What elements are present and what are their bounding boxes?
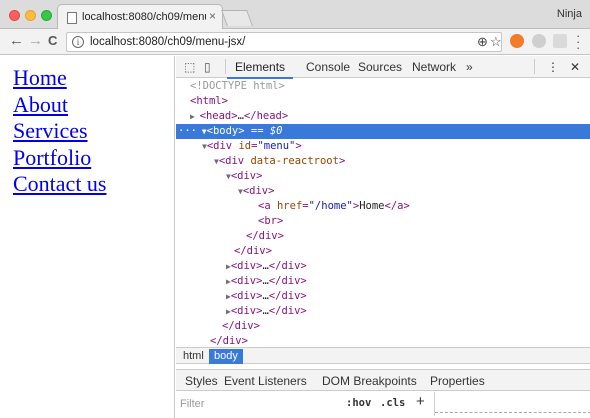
- maximize-window-button[interactable]: [41, 10, 52, 21]
- page-icon: [67, 12, 77, 24]
- expand-triangle-icon[interactable]: ▶: [190, 112, 200, 121]
- dom-node-div[interactable]: ▼<div>: [176, 169, 590, 184]
- forward-icon[interactable]: →: [28, 33, 43, 49]
- extension-icon[interactable]: [510, 34, 524, 48]
- dom-node-body-selected[interactable]: ··· ▼<body> == $0: [176, 124, 590, 139]
- page-viewport: Home About Services Portfolio Contact us: [0, 56, 175, 418]
- tab-properties[interactable]: Properties: [430, 374, 485, 388]
- tab-console[interactable]: Console: [306, 60, 350, 74]
- new-tab-button[interactable]: [221, 10, 253, 26]
- tab-elements[interactable]: Elements: [226, 60, 294, 79]
- inspect-element-icon[interactable]: ⬚: [184, 60, 195, 74]
- browser-menu-icon[interactable]: · · ·: [576, 29, 580, 54]
- computed-pane: [434, 392, 590, 416]
- breadcrumb: html body: [176, 347, 590, 364]
- browser-tab[interactable]: localhost:8080/ch09/menu-js ×: [57, 4, 223, 30]
- dom-node-div-reactroot[interactable]: ▼<div data-reactroot>: [176, 154, 590, 169]
- dom-node-html[interactable]: <html>: [176, 94, 590, 109]
- zoom-icon[interactable]: ⊕: [477, 34, 488, 50]
- dom-tree[interactable]: <!DOCTYPE html> <html> ▶ <head>…</head> …: [176, 79, 590, 347]
- tab-network[interactable]: Network: [412, 60, 456, 74]
- dom-node-div-close[interactable]: </div>: [176, 244, 590, 259]
- nav-link-portfolio[interactable]: Portfolio: [13, 145, 107, 172]
- nav-link-about[interactable]: About: [13, 92, 107, 119]
- breadcrumb-body[interactable]: body: [209, 349, 243, 364]
- devtools-close-icon[interactable]: ✕: [570, 60, 580, 74]
- dom-node-a[interactable]: <a href="/home">Home</a>: [176, 199, 590, 214]
- tab-sources[interactable]: Sources: [358, 60, 402, 74]
- address-bar[interactable]: i localhost:8080/ch09/menu-jsx/ ⊕ ☆: [66, 32, 502, 52]
- dom-node-div-collapsed[interactable]: ▶<div>…</div>: [176, 289, 590, 304]
- tab-close-icon[interactable]: ×: [209, 9, 216, 23]
- devtools-tab-bar: ⬚ ▯ Elements Console Sources Network » ⋮…: [176, 56, 590, 79]
- menu: Home About Services Portfolio Contact us: [13, 65, 107, 198]
- browser-title-bar: localhost:8080/ch09/menu-js × Ninja: [0, 0, 590, 30]
- reload-icon[interactable]: C: [48, 33, 57, 49]
- devtools-panel: ⬚ ▯ Elements Console Sources Network » ⋮…: [176, 56, 590, 418]
- breadcrumb-html[interactable]: html: [178, 349, 209, 364]
- dom-node-doctype[interactable]: <!DOCTYPE html>: [176, 79, 590, 94]
- dom-node-br[interactable]: <br>: [176, 214, 590, 229]
- nav-link-services[interactable]: Services: [13, 118, 107, 145]
- dom-node-div[interactable]: ▼<div>: [176, 184, 590, 199]
- device-toolbar-icon[interactable]: ▯: [204, 60, 211, 74]
- url-text[interactable]: localhost:8080/ch09/menu-jsx/: [90, 36, 245, 48]
- extension-icon[interactable]: [532, 34, 546, 48]
- styles-filter-input[interactable]: [180, 396, 330, 412]
- dom-node-div-collapsed[interactable]: ▶<div>…</div>: [176, 259, 590, 274]
- tab-styles[interactable]: Styles: [185, 374, 218, 388]
- profile-name[interactable]: Ninja: [557, 8, 582, 20]
- styles-filter-row: :hov .cls +: [176, 392, 590, 416]
- nav-link-home[interactable]: Home: [13, 65, 107, 92]
- class-toggle[interactable]: .cls: [380, 397, 405, 409]
- back-icon[interactable]: ←: [9, 33, 24, 49]
- dom-node-div-collapsed[interactable]: ▶<div>…</div>: [176, 274, 590, 289]
- tab-dom-breakpoints[interactable]: DOM Breakpoints: [322, 374, 417, 388]
- styles-tab-bar: Styles Event Listeners DOM Breakpoints P…: [176, 369, 590, 391]
- info-icon[interactable]: i: [72, 36, 84, 48]
- hover-state-toggle[interactable]: :hov: [346, 397, 371, 409]
- new-style-rule-button[interactable]: +: [416, 393, 425, 410]
- dom-node-div-close[interactable]: </div>: [176, 319, 590, 334]
- divider: [225, 59, 226, 74]
- divider: [534, 59, 535, 74]
- extension-icon[interactable]: [553, 34, 567, 48]
- browser-toolbar: ← → C i localhost:8080/ch09/menu-jsx/ ⊕ …: [0, 29, 590, 55]
- collapse-triangle-icon[interactable]: ▼: [197, 127, 207, 136]
- dom-node-head[interactable]: ▶ <head>…</head>: [176, 109, 590, 124]
- dom-node-div-menu[interactable]: ▼<div id="menu">: [176, 139, 590, 154]
- minimize-window-button[interactable]: [25, 10, 36, 21]
- more-tabs-icon[interactable]: »: [466, 60, 473, 74]
- bookmark-star-icon[interactable]: ☆: [490, 34, 502, 50]
- nav-link-contact[interactable]: Contact us: [13, 171, 107, 198]
- devtools-menu-icon[interactable]: ⋮: [547, 60, 559, 74]
- close-window-button[interactable]: [9, 10, 20, 21]
- dom-node-div-close[interactable]: </div>: [176, 229, 590, 244]
- tab-title: localhost:8080/ch09/menu-js: [82, 11, 206, 23]
- tab-event-listeners[interactable]: Event Listeners: [224, 374, 307, 388]
- dom-node-div-collapsed[interactable]: ▶<div>…</div>: [176, 304, 590, 319]
